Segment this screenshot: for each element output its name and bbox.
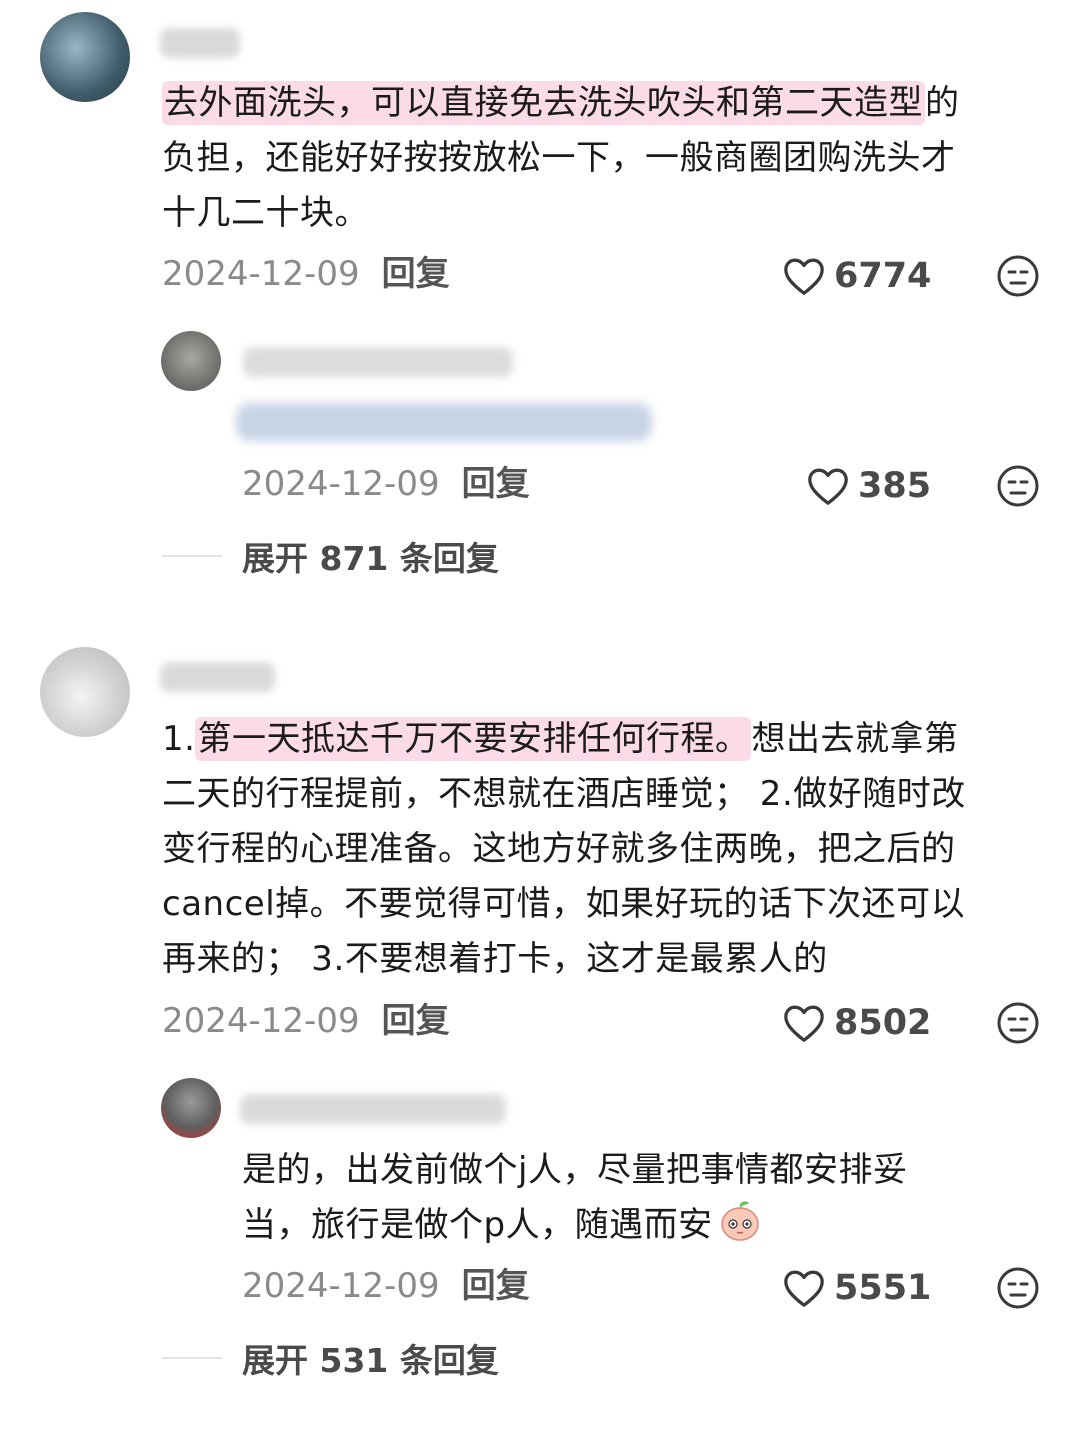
reply-button[interactable]: 回复: [462, 1266, 530, 1306]
divider: [162, 555, 222, 557]
reply-button[interactable]: 回复: [382, 254, 450, 294]
reply-date: 2024-12-09: [242, 1266, 440, 1306]
expand-label: 展开 871 条回复: [242, 539, 499, 578]
heart-icon: [784, 1005, 824, 1042]
neutral-face-icon[interactable]: [996, 1001, 1040, 1045]
reply-text-line: 是的，出发前做个j人，尽量把事情都安排妥: [242, 1150, 908, 1190]
reply-username-blurred[interactable]: [240, 1094, 506, 1124]
heart-icon: [784, 258, 824, 295]
like-count: 6774: [834, 256, 932, 296]
highlighted-text: 第一天抵达千万不要安排任何行程。: [195, 717, 752, 761]
like-button[interactable]: 6774: [782, 254, 931, 298]
reply-meta: 2024-12-09 回复: [242, 1266, 530, 1306]
reply-avatar[interactable]: [161, 1078, 221, 1138]
comment-text-line: cancel掉。不要觉得可惜，如果好玩的话下次还可以: [162, 884, 966, 924]
comment-text-line: 再来的； 3.不要想着打卡，这才是最累人的: [162, 939, 828, 979]
comment-text-line: 变行程的心理准备。这地方好就多住两晚，把之后的: [162, 829, 956, 869]
username-blurred[interactable]: [160, 662, 275, 692]
peach-emoji-icon: [720, 1201, 759, 1241]
expand-replies-button[interactable]: 展开 871 条回复: [162, 536, 499, 578]
comment-text-line: 十几二十块。: [162, 193, 369, 233]
reply-button[interactable]: 回复: [382, 1001, 450, 1041]
reply-date: 2024-12-09: [242, 464, 440, 504]
like-count: 8502: [834, 1003, 932, 1043]
like-count: 5551: [834, 1268, 932, 1308]
avatar[interactable]: [40, 647, 130, 737]
avatar[interactable]: [40, 12, 130, 102]
reply-button[interactable]: 回复: [462, 464, 530, 504]
neutral-face-icon[interactable]: [996, 254, 1040, 298]
comment-date: 2024-12-09: [162, 254, 360, 294]
divider: [162, 1357, 222, 1359]
comment-meta: 2024-12-09 回复: [162, 254, 450, 294]
reply-text-blurred: [236, 403, 652, 441]
expand-replies-button[interactable]: 展开 531 条回复: [162, 1338, 499, 1380]
comment-text-line: 负担，还能好好按按放松一下，一般商圈团购洗头才: [162, 138, 956, 178]
comment-text: 去外面洗头，可以直接免去洗头吹头和第二天造型的: [162, 81, 960, 125]
reply-meta: 2024-12-09 回复: [242, 464, 530, 504]
like-button[interactable]: 8502: [782, 1001, 931, 1045]
like-button[interactable]: 5551: [782, 1266, 931, 1310]
comment-meta: 2024-12-09 回复: [162, 1001, 450, 1041]
expand-label: 展开 531 条回复: [242, 1341, 499, 1380]
comment-text: 1.第一天抵达千万不要安排任何行程。想出去就拿第: [162, 717, 959, 761]
comment-date: 2024-12-09: [162, 1001, 360, 1041]
highlighted-text: 去外面洗头，可以直接免去洗头吹头和第二天造型: [162, 81, 925, 125]
username-blurred[interactable]: [160, 28, 240, 58]
heart-icon: [784, 1270, 824, 1307]
heart-icon: [808, 468, 848, 505]
reply-avatar[interactable]: [161, 331, 221, 391]
neutral-face-icon[interactable]: [996, 1266, 1040, 1310]
reply-text-line: 当，旅行是做个p人，随遇而安: [242, 1198, 763, 1253]
comment-text-line: 二天的行程提前，不想就在酒店睡觉； 2.做好随时改: [162, 774, 966, 814]
reply-username-blurred[interactable]: [243, 347, 513, 377]
like-button[interactable]: 385: [806, 464, 931, 508]
like-count: 385: [858, 466, 932, 506]
neutral-face-icon[interactable]: [996, 464, 1040, 508]
